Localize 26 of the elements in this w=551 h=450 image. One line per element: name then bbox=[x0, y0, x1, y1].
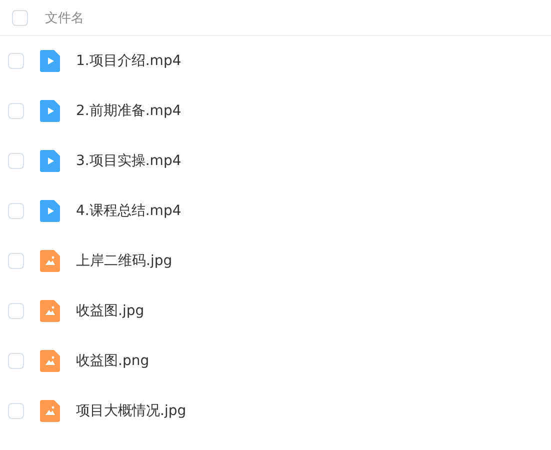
checkbox[interactable] bbox=[8, 153, 24, 169]
checkbox[interactable] bbox=[8, 253, 24, 269]
file-name[interactable]: 4.课程总结.mp4 bbox=[76, 202, 182, 220]
image-file-icon bbox=[40, 300, 60, 322]
play-file-icon bbox=[40, 100, 60, 122]
checkbox[interactable] bbox=[8, 303, 24, 319]
image-file-icon bbox=[40, 250, 60, 272]
file-name[interactable]: 收益图.png bbox=[76, 352, 150, 370]
image-file-icon bbox=[40, 350, 60, 372]
file-name[interactable]: 上岸二维码.jpg bbox=[76, 252, 172, 270]
file-name[interactable]: 3.项目实操.mp4 bbox=[76, 152, 182, 170]
file-name[interactable]: 项目大概情况.jpg bbox=[76, 402, 186, 420]
play-file-icon bbox=[40, 200, 60, 222]
image-file-icon bbox=[40, 400, 60, 422]
checkbox[interactable] bbox=[12, 10, 28, 26]
play-file-icon bbox=[40, 50, 60, 72]
checkbox[interactable] bbox=[8, 103, 24, 119]
checkbox[interactable] bbox=[8, 53, 24, 69]
checkbox[interactable] bbox=[8, 203, 24, 219]
checkbox[interactable] bbox=[8, 403, 24, 419]
play-file-icon bbox=[40, 150, 60, 172]
checkbox[interactable] bbox=[8, 353, 24, 369]
file-name[interactable]: 1.项目介绍.mp4 bbox=[76, 52, 182, 70]
column-header: 文件名 bbox=[45, 10, 84, 26]
file-name[interactable]: 2.前期准备.mp4 bbox=[76, 102, 182, 120]
file-name[interactable]: 收益图.jpg bbox=[76, 302, 144, 320]
